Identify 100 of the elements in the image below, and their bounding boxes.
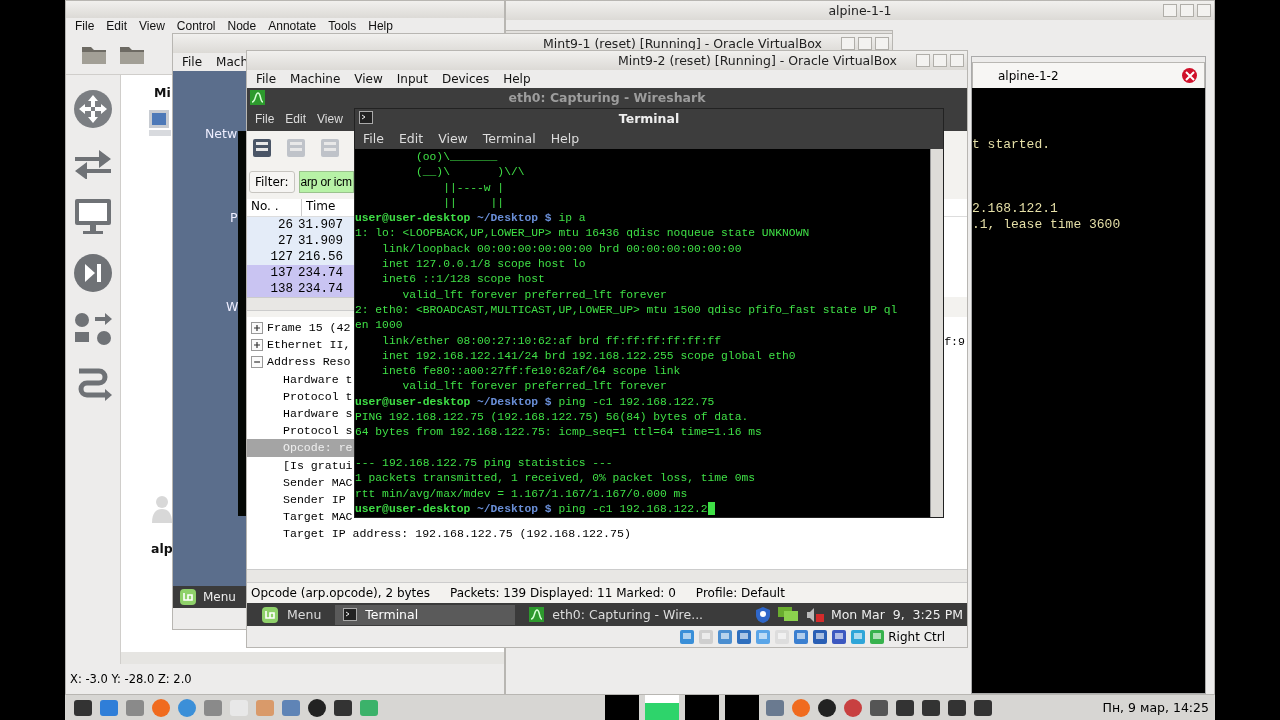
- workspace-button[interactable]: [645, 695, 679, 720]
- packet-row[interactable]: 127 216.56: [247, 249, 354, 265]
- menu-button[interactable]: Menu: [253, 604, 330, 625]
- filter-field[interactable]: arp or icm: [298, 171, 354, 193]
- scrollbar[interactable]: [247, 297, 354, 311]
- menu-item[interactable]: File: [75, 18, 95, 33]
- flag-icon[interactable]: [843, 697, 863, 718]
- menu-item[interactable]: Node: [227, 18, 257, 33]
- taskbar-button[interactable]: Terminal: [335, 604, 516, 625]
- packet-row[interactable]: 27 31.909: [247, 233, 354, 249]
- capture-options-icon[interactable]: [285, 136, 307, 160]
- menu-item[interactable]: Annotate: [268, 18, 317, 33]
- disc-icon[interactable]: [307, 697, 327, 718]
- menu-item[interactable]: Edit: [285, 112, 307, 126]
- speaker-icon[interactable]: [973, 697, 993, 718]
- capture-start-icon[interactable]: [319, 136, 341, 160]
- node-label[interactable]: alp: [151, 541, 173, 556]
- window-control[interactable]: [841, 37, 855, 50]
- device-grid-icon[interactable]: [73, 311, 113, 347]
- packet-row[interactable]: 138 234.74: [247, 281, 354, 297]
- menu-item[interactable]: File: [182, 55, 203, 69]
- window-icon[interactable]: [99, 697, 119, 718]
- battery-icon[interactable]: [895, 697, 915, 718]
- menu-item[interactable]: Control: [176, 18, 216, 33]
- signal-icon[interactable]: [869, 697, 889, 718]
- window-control[interactable]: [858, 37, 872, 50]
- tree-row[interactable]: Protocol t: [247, 387, 354, 405]
- node-label[interactable]: Mi: [154, 85, 171, 100]
- filter-button[interactable]: Filter:: [249, 171, 295, 193]
- window-control[interactable]: [1197, 4, 1211, 17]
- window-control[interactable]: [1180, 4, 1194, 17]
- menu-item[interactable]: View: [354, 72, 383, 86]
- tree-row[interactable]: Ethernet II,: [247, 336, 354, 354]
- folder-icon[interactable]: [125, 697, 145, 718]
- menu-item[interactable]: Terminal: [482, 131, 536, 146]
- mint-logo-icon[interactable]: [73, 697, 93, 718]
- tree-row[interactable]: Sender IP: [247, 490, 354, 509]
- menu-item[interactable]: Help: [503, 72, 531, 86]
- menu-item[interactable]: Edit: [398, 131, 424, 146]
- tree-row[interactable]: Target IP address: 192.168.122.75 (192.168.122.75): [247, 525, 967, 543]
- microphone-icon[interactable]: [921, 697, 941, 718]
- tree-row[interactable]: Frame 15 (42: [247, 319, 354, 337]
- tree-row[interactable]: [Is gratui: [247, 456, 354, 474]
- packet-row[interactable]: 137 234.74: [247, 265, 354, 281]
- packet-row[interactable]: 26 31.907: [247, 217, 354, 233]
- menu-item[interactable]: Edit: [106, 18, 128, 33]
- menu-button[interactable]: Menu: [179, 588, 236, 606]
- tree-row[interactable]: Address Reso: [247, 353, 354, 371]
- tree-row[interactable]: Hardware s: [247, 404, 354, 423]
- desktop-icon-label[interactable]: P: [230, 210, 238, 225]
- window-control[interactable]: [875, 37, 889, 50]
- taskbar-button[interactable]: eth0: Capturing - Wire...: [521, 604, 737, 625]
- tree-row[interactable]: Target MAC: [247, 508, 354, 526]
- window-control[interactable]: [916, 54, 930, 67]
- tree-row[interactable]: Hardware t: [247, 370, 354, 388]
- expander-icon[interactable]: [251, 338, 263, 351]
- tree-row[interactable]: Protocol s: [247, 422, 354, 440]
- shield-icon[interactable]: [947, 697, 967, 718]
- image-icon[interactable]: [281, 697, 301, 718]
- menu-item[interactable]: File: [363, 131, 384, 146]
- expander-icon[interactable]: [251, 355, 263, 368]
- menu-item[interactable]: File: [256, 72, 277, 86]
- terminal-tab[interactable]: alpine-1-2: [972, 62, 1205, 88]
- menu-item[interactable]: View: [139, 18, 165, 33]
- editor-icon[interactable]: [359, 697, 379, 718]
- scrollbar[interactable]: [247, 569, 967, 583]
- globe-icon[interactable]: [151, 697, 171, 718]
- capture-card-icon[interactable]: [251, 136, 273, 160]
- tree-row[interactable]: Sender MAC: [247, 473, 354, 491]
- speaker-muted-icon[interactable]: [804, 606, 825, 623]
- window-control[interactable]: [950, 54, 964, 67]
- mint-logo-icon[interactable]: [261, 605, 279, 624]
- desktop-icon-label[interactable]: W: [226, 299, 239, 314]
- column-header[interactable]: Time: [302, 199, 336, 216]
- chameleon-icon[interactable]: [177, 697, 197, 718]
- menu-item[interactable]: View: [438, 131, 468, 146]
- menu-item[interactable]: Input: [396, 72, 428, 86]
- menu-item[interactable]: Help: [550, 131, 580, 146]
- window-control[interactable]: [933, 54, 947, 67]
- menu-item[interactable]: View: [317, 112, 343, 126]
- eye-icon[interactable]: [255, 697, 275, 718]
- shield-icon[interactable]: [754, 605, 771, 624]
- globe-icon[interactable]: [791, 697, 811, 718]
- terminal-icon[interactable]: [333, 697, 353, 718]
- mint-logo-icon[interactable]: [179, 588, 197, 606]
- menu-item[interactable]: Tools: [328, 18, 357, 33]
- menu-item[interactable]: Devices: [441, 72, 490, 86]
- bluetooth-icon[interactable]: [817, 697, 837, 718]
- column-header[interactable]: No. .: [247, 199, 302, 216]
- close-icon[interactable]: [1183, 69, 1196, 82]
- window-control[interactable]: [1163, 4, 1177, 17]
- menu-item[interactable]: File: [255, 112, 275, 126]
- router-icon[interactable]: [73, 89, 113, 129]
- monitor-icon[interactable]: [73, 197, 113, 235]
- window-icon[interactable]: [765, 697, 785, 718]
- menu-item[interactable]: Help: [368, 18, 393, 33]
- scrollbar[interactable]: [930, 149, 943, 518]
- pause-play-icon[interactable]: [73, 253, 113, 293]
- network-icon[interactable]: [776, 605, 799, 624]
- desktop-icon-label[interactable]: Netw: [205, 126, 238, 141]
